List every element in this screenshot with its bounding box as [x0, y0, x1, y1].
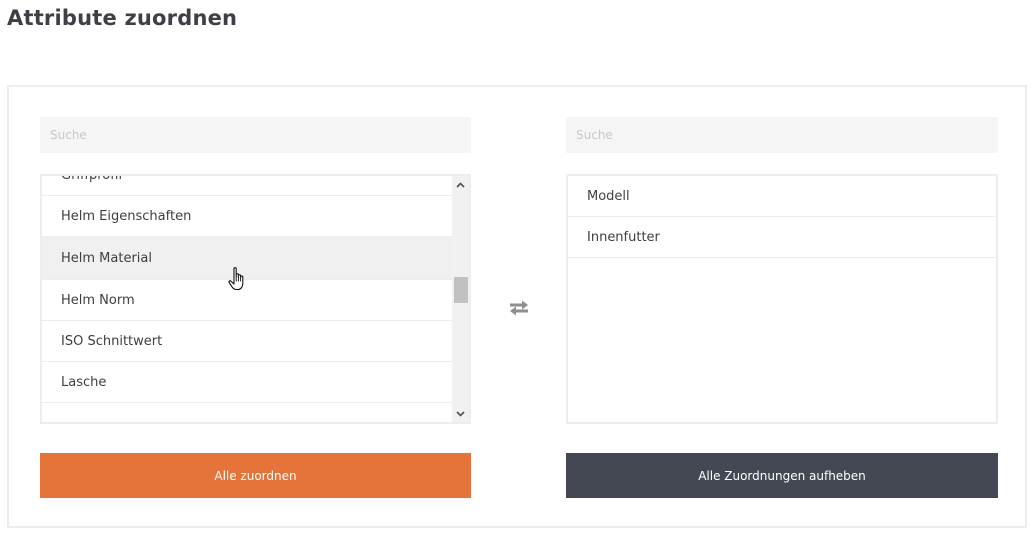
unassign-all-button[interactable]: Alle Zuordnungen aufheben [566, 453, 998, 498]
list-item-label: Helm Eigenschaften [61, 208, 192, 224]
scroll-thumb[interactable] [454, 276, 468, 303]
list-item[interactable]: Modell [568, 176, 996, 217]
list-item-label: Modell [587, 188, 630, 204]
assigned-list-items: Modell Innenfutter [568, 176, 996, 258]
list-item-label: Griffprofil [61, 174, 123, 183]
list-item-label: Helm Norm [61, 292, 135, 308]
assigned-attributes-list[interactable]: Modell Innenfutter [566, 174, 998, 424]
assign-all-button[interactable]: Alle zuordnen [40, 453, 471, 498]
list-item[interactable]: Helm Eigenschaften [42, 196, 452, 237]
list-item-label: Lasche [61, 374, 107, 390]
list-item-label: Innenfutter [587, 229, 660, 245]
chevron-down-icon[interactable] [452, 405, 469, 422]
hand-pointer-icon [228, 267, 244, 291]
available-search-input[interactable] [40, 117, 471, 153]
list-item[interactable]: ISO Schnittwert [42, 321, 452, 362]
list-item-label: Helm Material [61, 250, 152, 266]
available-attributes-list[interactable]: Griffprofil Helm Eigenschaften Helm Mate… [40, 174, 471, 424]
list-item[interactable]: Griffprofil [42, 174, 452, 196]
list-item[interactable]: Lasche [42, 362, 452, 403]
assigned-search-input[interactable] [566, 117, 998, 153]
list-item-label: ISO Schnittwert [61, 333, 163, 349]
chevron-up-icon[interactable] [452, 176, 469, 193]
list-scrollbar[interactable] [452, 176, 469, 422]
swap-arrows-icon[interactable] [507, 298, 531, 318]
attribute-assignment-panel: Griffprofil Helm Eigenschaften Helm Mate… [7, 85, 1027, 528]
list-item[interactable]: Innenfutter [568, 217, 996, 258]
page-title: Attribute zuordnen [7, 6, 238, 30]
